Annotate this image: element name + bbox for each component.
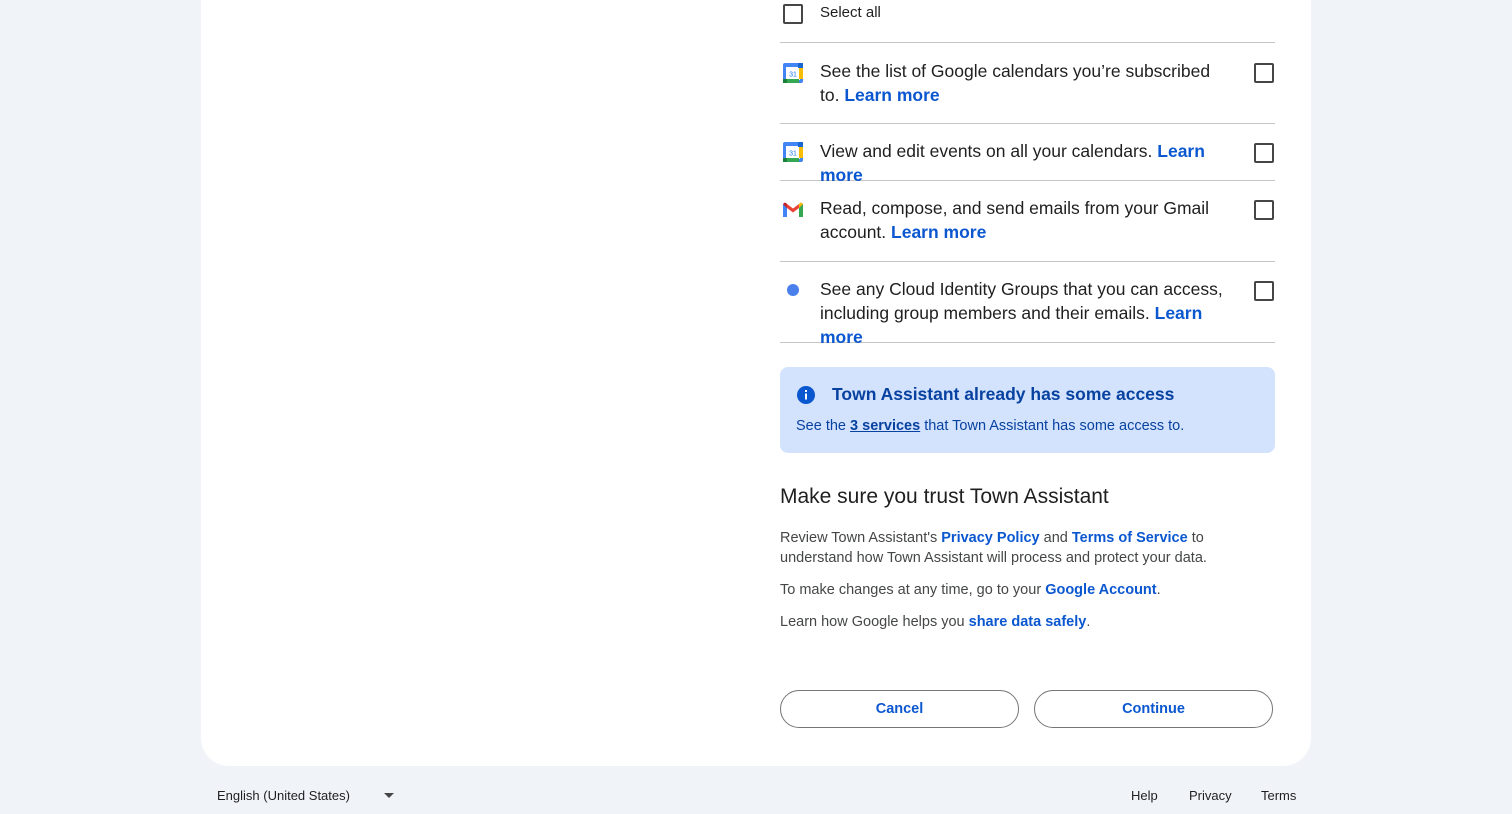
account-paragraph: To make changes at any time, go to your … xyxy=(780,580,1275,600)
scope-checkbox[interactable] xyxy=(1254,63,1274,83)
scope-item-calendar-list: 31 See the list of Google calendars you’… xyxy=(780,42,1275,124)
scope-text: Read, compose, and send emails from your… xyxy=(820,196,1225,244)
notice-title: Town Assistant already has some access xyxy=(832,384,1175,404)
google-calendar-icon: 31 xyxy=(783,142,803,162)
select-all-label: Select all xyxy=(820,4,881,21)
cancel-button[interactable]: Cancel xyxy=(780,690,1019,728)
google-calendar-icon: 31 xyxy=(783,63,803,83)
blue-dot-icon xyxy=(787,284,799,296)
scope-checkbox[interactable] xyxy=(1254,200,1274,220)
existing-access-notice: Town Assistant already has some access S… xyxy=(780,367,1275,453)
share-text-a: Learn how Google helps you xyxy=(780,614,965,630)
trust-heading: Make sure you trust Town Assistant xyxy=(780,485,1109,508)
svg-text:31: 31 xyxy=(789,151,797,158)
footer-privacy-link[interactable]: Privacy xyxy=(1189,788,1232,803)
continue-button[interactable]: Continue xyxy=(1034,690,1273,728)
footer-terms-link[interactable]: Terms xyxy=(1261,788,1296,803)
scope-text: View and edit events on all your calenda… xyxy=(820,139,1250,187)
scope-item-cloud-identity-groups: See any Cloud Identity Groups that you c… xyxy=(780,262,1275,347)
privacy-paragraph: Review Town Assistant's Privacy Policy a… xyxy=(780,528,1275,568)
select-all-checkbox[interactable] xyxy=(783,4,803,24)
notice-body-prefix: See the xyxy=(796,418,846,434)
google-account-link[interactable]: Google Account xyxy=(1045,582,1156,598)
account-text-b: . xyxy=(1156,582,1161,598)
learn-more-link[interactable]: Learn more xyxy=(844,85,939,105)
services-link[interactable]: 3 services xyxy=(850,418,920,434)
scope-checkbox[interactable] xyxy=(1254,143,1274,163)
scope-description: Read, compose, and send emails from your… xyxy=(820,198,1210,242)
gmail-icon xyxy=(783,202,803,217)
select-all-row[interactable]: Select all xyxy=(780,0,1275,43)
account-text-a: To make changes at any time, go to your xyxy=(780,582,1042,598)
svg-text:31: 31 xyxy=(789,72,797,79)
privacy-policy-link[interactable]: Privacy Policy xyxy=(941,530,1039,546)
share-data-safely-link[interactable]: share data safely xyxy=(969,614,1087,630)
privacy-text-b: and xyxy=(1043,530,1068,546)
scope-item-gmail: Read, compose, and send emails from your… xyxy=(780,181,1275,262)
language-selector[interactable]: English (United States) xyxy=(217,788,394,803)
learn-more-link[interactable]: Learn more xyxy=(891,222,986,242)
notice-body-suffix: that Town Assistant has some access to. xyxy=(924,418,1185,434)
scope-text: See any Cloud Identity Groups that you c… xyxy=(820,277,1240,349)
terms-of-service-link[interactable]: Terms of Service xyxy=(1072,530,1188,546)
info-icon xyxy=(797,386,815,404)
privacy-text-a: Review Town Assistant's xyxy=(780,530,938,546)
share-safely-paragraph: Learn how Google helps you share data sa… xyxy=(780,612,1275,632)
scope-description: View and edit events on all your calenda… xyxy=(820,141,1153,161)
language-label: English (United States) xyxy=(217,788,350,803)
share-text-b: . xyxy=(1086,614,1091,630)
chevron-down-icon xyxy=(383,793,394,798)
scope-text: See the list of Google calendars you’re … xyxy=(820,59,1225,107)
footer-help-link[interactable]: Help xyxy=(1131,788,1158,803)
notice-body: See the 3 services that Town Assistant h… xyxy=(796,418,1184,434)
scope-checkbox[interactable] xyxy=(1254,281,1274,301)
scope-item-calendar-events: 31 View and edit events on all your cale… xyxy=(780,124,1275,185)
